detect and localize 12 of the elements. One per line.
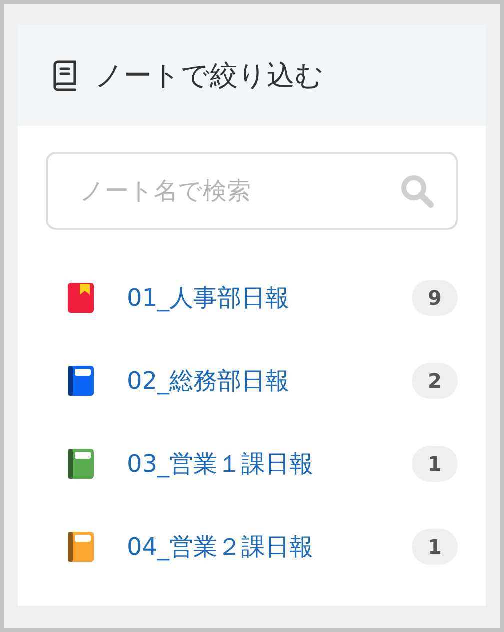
search-field[interactable]: ノート名で検索 (46, 152, 458, 230)
note-link[interactable]: 03_営業１課日報 (127, 446, 412, 482)
count-badge: 1 (412, 446, 458, 482)
panel-title: ノートで絞り込む (95, 58, 324, 94)
count-badge: 1 (412, 528, 458, 564)
count-badge: 9 (412, 280, 458, 316)
search-icon[interactable] (400, 174, 434, 208)
note-link[interactable]: 01_人事部日報 (127, 280, 412, 316)
note-link[interactable]: 02_総務部日報 (127, 362, 412, 398)
book-icon (51, 60, 79, 92)
note-link[interactable]: 04_営業２課日報 (127, 528, 412, 564)
count-badge: 2 (412, 362, 458, 398)
